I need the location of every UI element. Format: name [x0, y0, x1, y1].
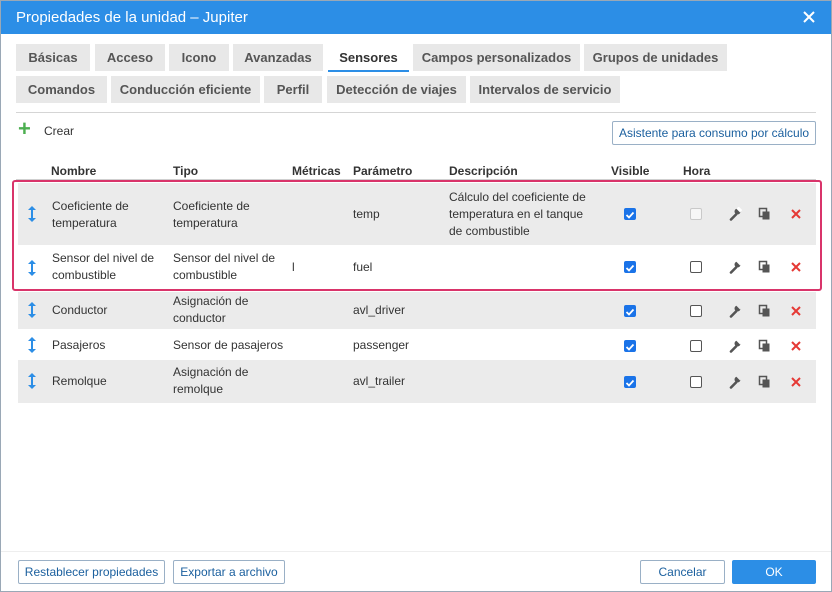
sensor-name: Pasajeros [52, 338, 106, 352]
wrench-icon[interactable] [728, 374, 743, 389]
wrench-icon[interactable] [728, 338, 743, 353]
tab-campos-personalizados[interactable]: Campos personalizados [413, 44, 580, 71]
tab-acceso[interactable]: Acceso [95, 44, 165, 71]
tab-deteccion-de-viajes[interactable]: Detección de viajes [327, 76, 466, 103]
hora-checkbox [690, 208, 702, 220]
hora-checkbox[interactable] [690, 340, 702, 352]
cancel-button[interactable]: Cancelar [640, 560, 725, 584]
table-row[interactable]: Sensor del nivel de combustible Sensor d… [18, 246, 816, 290]
visible-checkbox[interactable] [624, 261, 636, 273]
copy-icon[interactable] [758, 260, 772, 274]
table-row[interactable]: Remolque Asignación de remolque avl_trai… [18, 360, 816, 403]
tab-comandos[interactable]: Comandos [16, 76, 107, 103]
sensor-type: Sensor del nivel de combustible [173, 251, 276, 282]
delete-icon[interactable] [789, 260, 803, 274]
tab-icono[interactable]: Icono [169, 44, 229, 71]
copy-icon[interactable] [758, 304, 772, 318]
hora-checkbox[interactable] [690, 261, 702, 273]
drag-handle-icon[interactable] [26, 372, 38, 390]
delete-icon[interactable] [789, 375, 803, 389]
copy-icon[interactable] [758, 339, 772, 353]
reset-properties-button[interactable]: Restablecer propiedades [18, 560, 165, 584]
delete-icon[interactable] [789, 207, 803, 221]
wrench-icon[interactable] [728, 259, 743, 274]
col-header-parameter: Parámetro [353, 164, 413, 178]
drag-handle-icon[interactable] [26, 259, 38, 277]
sensor-type: Coeficiente de temperatura [173, 199, 250, 230]
copy-icon[interactable] [758, 375, 772, 389]
table-row[interactable]: Pasajeros Sensor de pasajeros passenger [18, 329, 816, 360]
plus-icon: + [18, 116, 31, 141]
col-header-description: Descripción [449, 164, 518, 178]
footer-divider [1, 551, 831, 552]
hora-checkbox[interactable] [690, 305, 702, 317]
ok-button[interactable]: OK [732, 560, 816, 584]
sensor-type: Asignación de conductor [173, 294, 249, 325]
hora-checkbox[interactable] [690, 376, 702, 388]
sensor-name: Remolque [52, 374, 107, 388]
title-bar: Propiedades de la unidad – Jupiter [1, 1, 831, 34]
visible-checkbox[interactable] [624, 305, 636, 317]
col-header-hora: Hora [683, 164, 711, 178]
sensor-parameter: avl_driver [353, 303, 406, 317]
col-header-visible: Visible [611, 164, 650, 178]
wrench-icon[interactable] [728, 303, 743, 318]
tab-grupos-de-unidades[interactable]: Grupos de unidades [584, 44, 727, 71]
tab-sensores[interactable]: Sensores [328, 44, 409, 72]
sensor-parameter: fuel [353, 260, 373, 274]
delete-icon[interactable] [789, 339, 803, 353]
drag-handle-icon[interactable] [26, 301, 38, 319]
header-divider [16, 179, 816, 180]
export-to-file-button[interactable]: Exportar a archivo [173, 560, 285, 584]
sensor-metrics: l [292, 260, 295, 274]
sensor-description: Cálculo del coeficiente de temperatura e… [449, 190, 586, 238]
sensor-type: Sensor de pasajeros [173, 338, 284, 352]
table-row[interactable]: Coeficiente de temperatura Coeficiente d… [18, 183, 816, 245]
col-header-metrics: Métricas [292, 164, 341, 178]
table-row[interactable]: Conductor Asignación de conductor avl_dr… [18, 292, 816, 329]
visible-checkbox[interactable] [624, 208, 636, 220]
sensor-parameter: temp [353, 207, 380, 221]
tab-basicas[interactable]: Básicas [16, 44, 90, 71]
col-header-name: Nombre [51, 164, 97, 178]
drag-handle-icon[interactable] [26, 336, 38, 354]
tab-perfil[interactable]: Perfil [264, 76, 322, 103]
visible-checkbox[interactable] [624, 340, 636, 352]
sensor-type: Asignación de remolque [173, 365, 249, 396]
col-header-type: Tipo [173, 164, 199, 178]
create-label: Crear [44, 124, 75, 138]
unit-properties-dialog: Propiedades de la unidad – Jupiter Básic… [0, 0, 832, 592]
wrench-icon[interactable] [728, 206, 743, 221]
delete-icon[interactable] [789, 304, 803, 318]
dialog-title: Propiedades de la unidad – Jupiter [16, 9, 248, 26]
sensor-name: Coeficiente de temperatura [52, 199, 129, 230]
drag-handle-icon[interactable] [26, 205, 38, 223]
sensor-parameter: passenger [353, 338, 410, 352]
sensor-name: Sensor del nivel de combustible [52, 251, 155, 282]
tabs-divider [16, 112, 816, 113]
copy-icon[interactable] [758, 207, 772, 221]
consumption-wizard-button[interactable]: Asistente para consumo por cálculo [612, 121, 816, 145]
sensor-name: Conductor [52, 303, 108, 317]
tab-avanzadas[interactable]: Avanzadas [233, 44, 323, 71]
tab-conduccion-eficiente[interactable]: Conducción eficiente [111, 76, 260, 103]
sensor-parameter: avl_trailer [353, 374, 406, 388]
tab-intervalos-de-servicio[interactable]: Intervalos de servicio [470, 76, 620, 103]
close-icon[interactable] [799, 7, 819, 27]
visible-checkbox[interactable] [624, 376, 636, 388]
